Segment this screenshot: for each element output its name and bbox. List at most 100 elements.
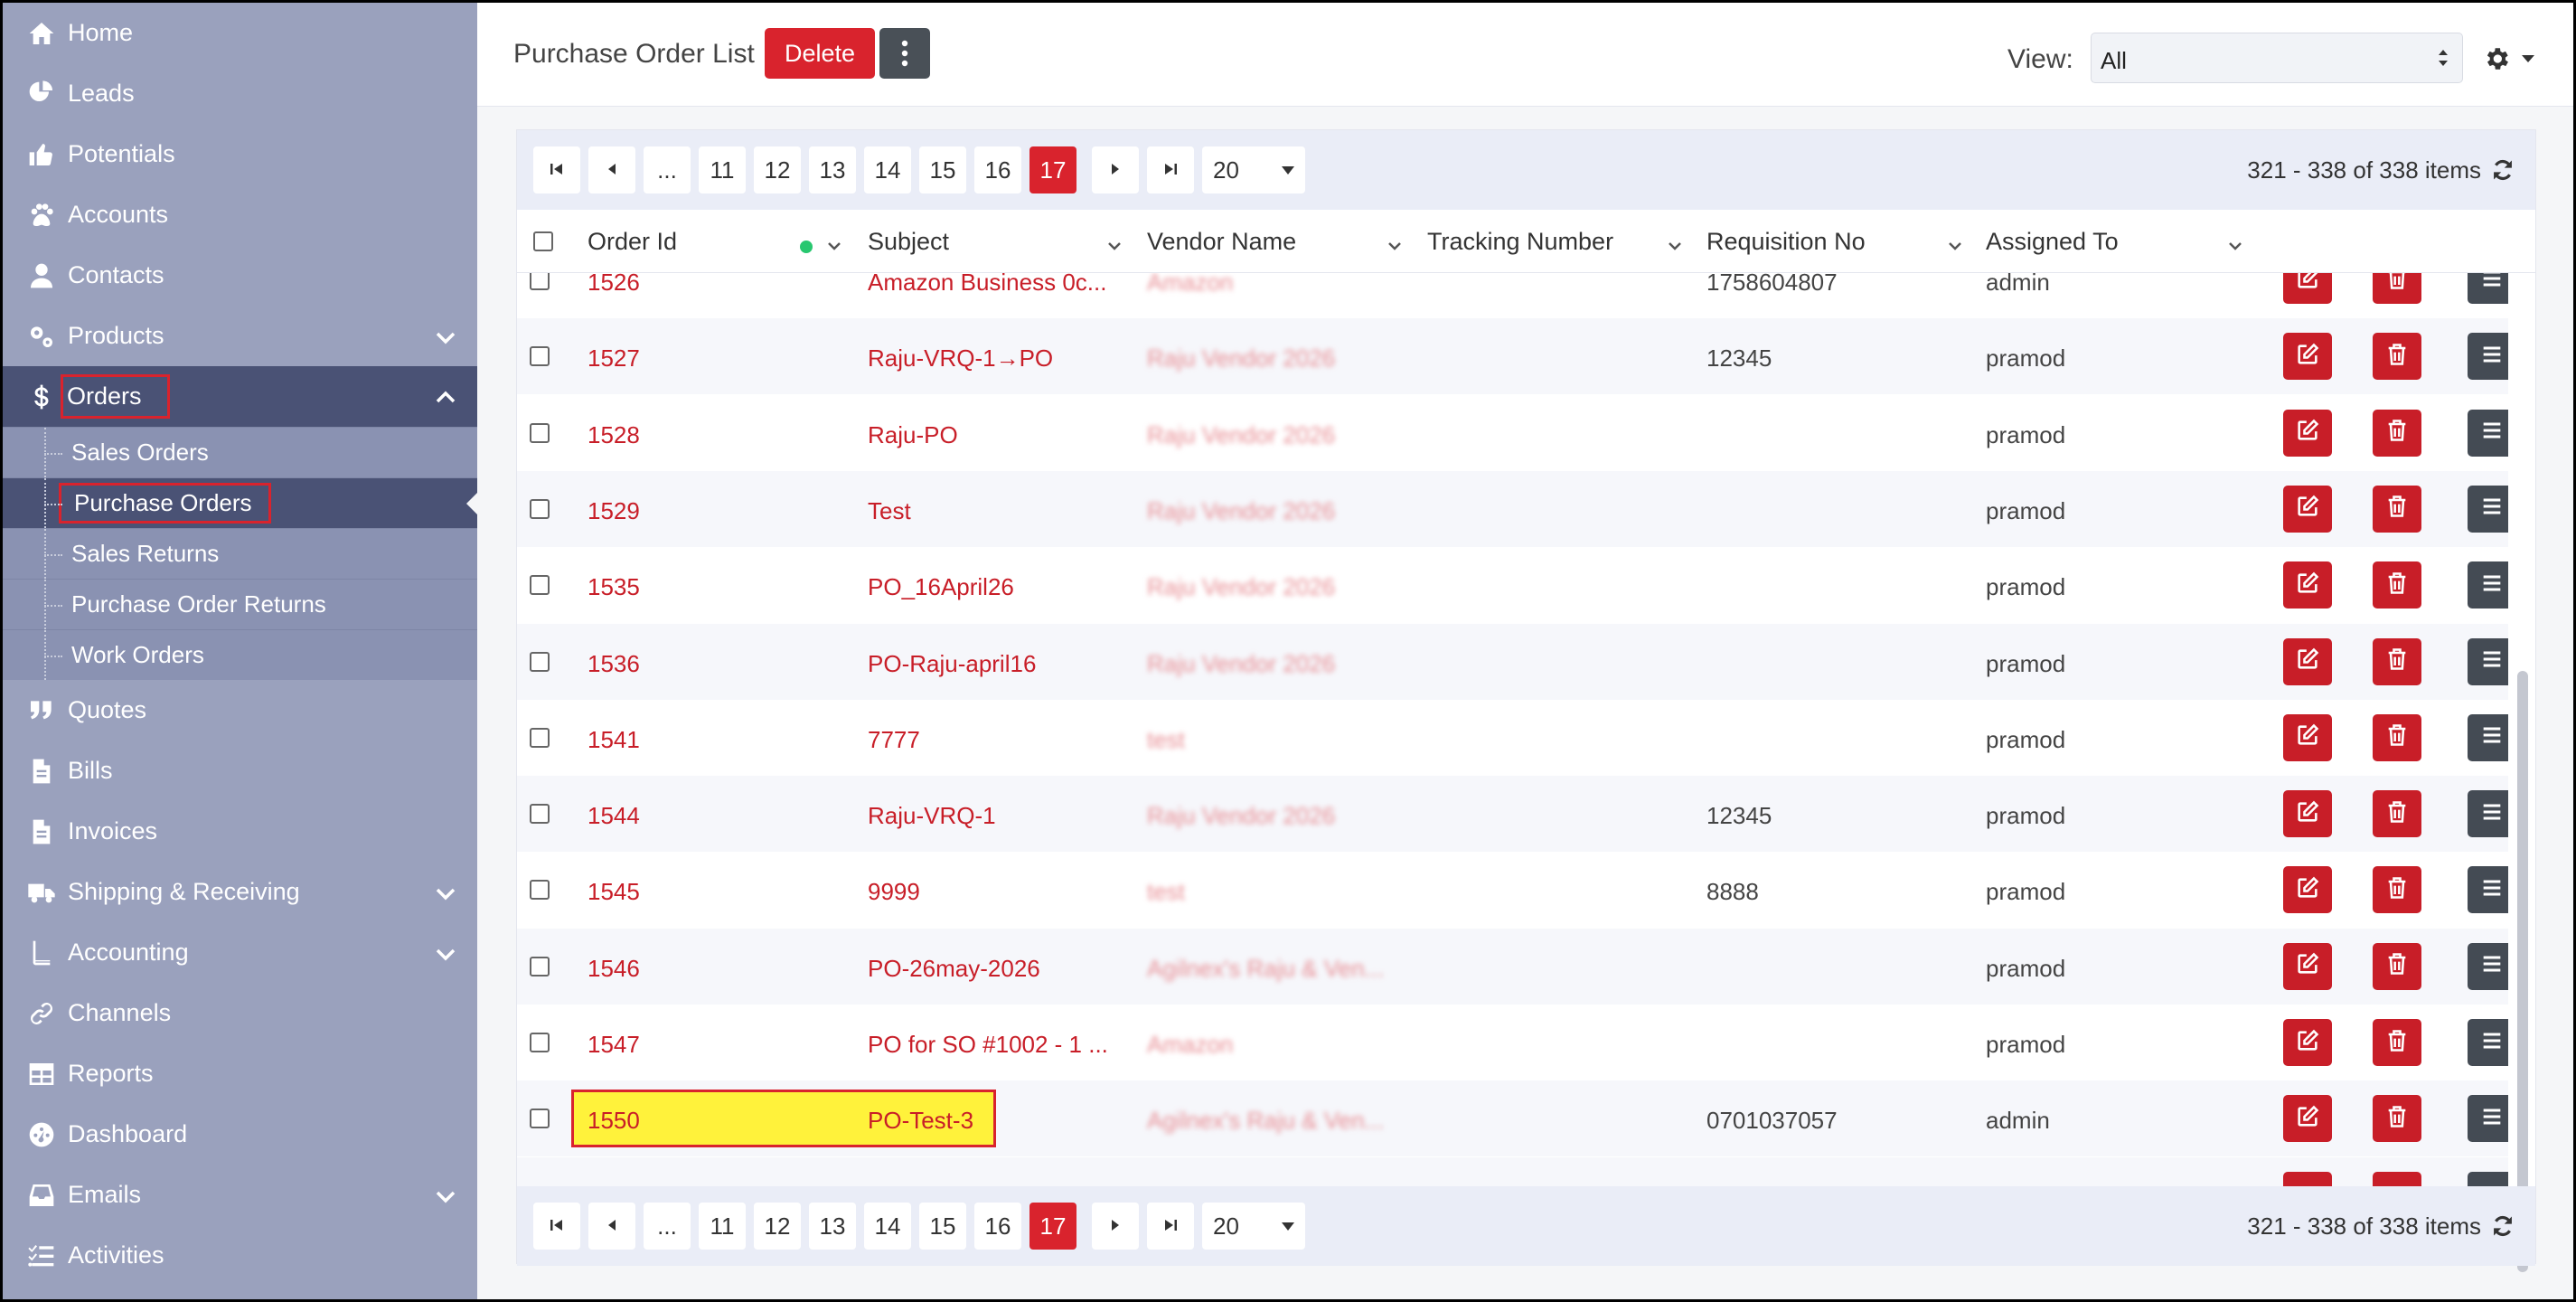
row-checkbox[interactable]: [530, 956, 550, 976]
subject-link[interactable]: PO-Raju-april16: [868, 650, 1130, 678]
vendor-name-link[interactable]: Raju Vendor 2026: [1147, 573, 1409, 601]
page-button[interactable]: 16: [974, 1203, 1021, 1250]
order-id-link[interactable]: 1547: [588, 1031, 850, 1059]
delete-row-button[interactable]: [2373, 273, 2421, 304]
order-id-link[interactable]: 1550: [588, 1107, 850, 1135]
page-button[interactable]: 16: [974, 146, 1021, 193]
edit-button[interactable]: [2283, 485, 2332, 533]
vendor-name-link[interactable]: Raju Vendor 2026: [1147, 497, 1409, 525]
delete-row-button[interactable]: [2373, 1019, 2421, 1066]
chevron-down-icon[interactable]: [1668, 239, 1681, 250]
chevron-down-icon[interactable]: [1948, 239, 1961, 250]
chevron-down-icon[interactable]: [434, 1184, 457, 1208]
sidebar-item-activities[interactable]: Activities: [3, 1225, 477, 1286]
row-menu-button[interactable]: [2468, 866, 2508, 914]
more-options-button[interactable]: [879, 28, 930, 79]
sidebar-item-orders[interactable]: Orders: [3, 366, 477, 427]
sidebar-subitem-sales-orders[interactable]: Sales Orders: [3, 427, 477, 477]
row-menu-button[interactable]: [2468, 942, 2508, 990]
col-vendor-name[interactable]: Vendor Name: [1147, 228, 1296, 256]
page-button[interactable]: 17: [1029, 146, 1076, 193]
delete-row-button[interactable]: [2373, 485, 2421, 533]
table-row[interactable]: [517, 1156, 2508, 1186]
chevron-down-icon[interactable]: [1107, 239, 1121, 250]
row-menu-button[interactable]: [2468, 561, 2508, 609]
edit-button[interactable]: [2283, 1095, 2332, 1143]
edit-button[interactable]: [2283, 561, 2332, 609]
page-button[interactable]: 13: [809, 146, 856, 193]
delete-row-button[interactable]: [2373, 713, 2421, 761]
delete-row-button[interactable]: [2373, 637, 2421, 685]
row-checkbox[interactable]: [530, 804, 550, 825]
sidebar-item-accounts[interactable]: Accounts: [3, 184, 477, 245]
chevron-down-icon[interactable]: [2228, 239, 2242, 250]
page-button[interactable]: 11: [699, 1203, 746, 1250]
chevron-down-icon[interactable]: [1387, 239, 1401, 250]
table-row[interactable]: 1541 7777 test pramod: [517, 700, 2508, 776]
subject-link[interactable]: 7777: [868, 726, 1130, 754]
subject-link[interactable]: Raju-VRQ-1: [868, 802, 1130, 830]
edit-button[interactable]: [2283, 942, 2332, 990]
sidebar-item-channels[interactable]: Channels: [3, 983, 477, 1043]
delete-button[interactable]: Delete: [765, 28, 876, 79]
table-row[interactable]: 1527 Raju-VRQ-1→PO Raju Vendor 2026 12345 pr…: [517, 318, 2508, 395]
view-select[interactable]: All: [2091, 33, 2463, 83]
edit-button[interactable]: [2283, 1019, 2332, 1066]
subject-link[interactable]: Test: [868, 497, 1130, 525]
sidebar-item-home[interactable]: Home: [3, 3, 477, 63]
vendor-name-link[interactable]: Raju Vendor 2026: [1147, 344, 1409, 373]
select-all-checkbox[interactable]: [533, 231, 553, 251]
vendor-name-link[interactable]: Agilnex's Raju & Ven...: [1147, 955, 1409, 983]
row-checkbox[interactable]: [530, 273, 550, 290]
scrollbar-thumb[interactable]: [2517, 671, 2528, 1272]
prev-page-button[interactable]: [588, 1203, 635, 1250]
subject-link[interactable]: Raju-VRQ-1→PO: [868, 344, 1130, 373]
vendor-name-link[interactable]: Raju Vendor 2026: [1147, 802, 1409, 830]
sidebar-subitem-sales-returns[interactable]: Sales Returns: [3, 528, 477, 579]
sidebar-subitem-work-orders[interactable]: Work Orders: [3, 629, 477, 680]
page-button[interactable]: 14: [864, 146, 911, 193]
delete-row-button[interactable]: [2373, 561, 2421, 609]
row-checkbox[interactable]: [530, 1033, 550, 1052]
order-id-link[interactable]: 1526: [588, 273, 850, 297]
table-row[interactable]: 1544 Raju-VRQ-1 Raju Vendor 2026 12345 pramo…: [517, 776, 2508, 853]
page-button[interactable]: 12: [754, 146, 801, 193]
table-row[interactable]: 1547 PO for SO #1002 - 1 ... Amazon pramod: [517, 1005, 2508, 1080]
delete-row-button[interactable]: [2373, 333, 2421, 381]
row-menu-button[interactable]: [2468, 273, 2508, 304]
row-menu-button[interactable]: [2468, 485, 2508, 533]
page-button[interactable]: 12: [754, 1203, 801, 1250]
gear-caret-icon[interactable]: [2522, 55, 2534, 62]
edit-button[interactable]: [2283, 273, 2332, 304]
page-button[interactable]: 17: [1029, 1203, 1076, 1250]
edit-button[interactable]: [2283, 637, 2332, 685]
row-checkbox[interactable]: [530, 422, 550, 443]
order-id-link[interactable]: 1541: [588, 726, 850, 754]
row-menu-button[interactable]: [2468, 790, 2508, 838]
chevron-up-icon[interactable]: [434, 386, 457, 410]
order-id-link[interactable]: 1544: [588, 802, 850, 830]
sidebar-item-bills[interactable]: Bills: [3, 741, 477, 801]
sidebar-item-accounting[interactable]: Accounting: [3, 922, 477, 983]
row-menu-button[interactable]: [2468, 713, 2508, 761]
last-page-button[interactable]: [1147, 146, 1194, 193]
chevron-down-icon[interactable]: [434, 942, 457, 966]
sidebar-subitem-purchase-orders[interactable]: Purchase Orders: [3, 477, 477, 528]
table-row[interactable]: 1550 PO-Test-3 Agilnex's Raju & Ven... 0701…: [517, 1080, 2508, 1157]
delete-row-button[interactable]: [2373, 866, 2421, 914]
gear-icon[interactable]: [2482, 44, 2511, 73]
col-requisition-no[interactable]: Requisition No: [1706, 228, 1866, 256]
row-checkbox[interactable]: [530, 346, 550, 367]
first-page-button[interactable]: [533, 146, 580, 193]
sidebar-item-reports[interactable]: Reports: [3, 1043, 477, 1104]
sidebar-item-dashboard[interactable]: Dashboard: [3, 1104, 477, 1165]
sidebar-subitem-purchase-order-returns[interactable]: Purchase Order Returns: [3, 579, 477, 629]
next-page-button[interactable]: [1092, 1203, 1139, 1250]
col-subject[interactable]: Subject: [868, 228, 949, 256]
order-id-link[interactable]: 1536: [588, 650, 850, 678]
row-menu-button[interactable]: [2468, 1019, 2508, 1066]
subject-link[interactable]: Amazon Business 0c...: [868, 273, 1130, 297]
refresh-icon[interactable]: [2490, 1213, 2515, 1239]
col-order-id[interactable]: Order Id: [588, 228, 677, 256]
table-row[interactable]: 1545 9999 test 8888 pramod: [517, 852, 2508, 928]
